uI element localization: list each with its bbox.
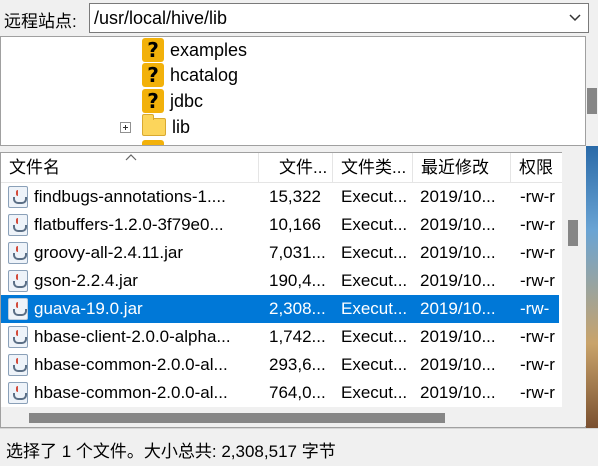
file-permissions: -rw-r (520, 355, 555, 374)
file-permissions: -rw-r (520, 243, 555, 262)
file-modified: 2019/10... (420, 355, 496, 374)
table-row[interactable]: findbugs-annotations-1.... 15,322 Execut… (1, 183, 559, 211)
file-permissions: -rw-r (520, 327, 555, 346)
chevron-down-icon[interactable] (568, 11, 582, 25)
file-modified: 2019/10... (420, 299, 496, 318)
file-name: hbase-common-2.0.0-al... (34, 355, 228, 374)
java-file-icon (8, 298, 28, 320)
table-row[interactable]: flatbuffers-1.2.0-3f79e0... 10,166 Execu… (1, 211, 559, 239)
file-size: 190,4... (269, 271, 326, 290)
file-size: 7,031... (269, 243, 326, 262)
remote-site-bar: 远程站点: /usr/local/hive/lib (0, 0, 598, 36)
file-permissions: -rw- (520, 299, 550, 318)
java-file-icon (8, 186, 28, 208)
remote-directory-tree[interactable]: ? examples ? hcatalog ? jdbc lib (0, 36, 586, 146)
table-row[interactable]: gson-2.2.4.jar 190,4... Execut... 2019/1… (1, 267, 559, 295)
question-icon: ? (142, 38, 164, 62)
file-size: 293,6... (269, 355, 326, 374)
file-permissions: -rw-r (520, 187, 555, 206)
java-file-icon (8, 326, 28, 348)
tree-item-examples[interactable]: ? examples (142, 37, 247, 63)
file-size: 764,0... (269, 383, 326, 402)
file-type: Execut... (341, 215, 408, 234)
table-row[interactable]: groovy-all-2.4.11.jar 7,031... Execut...… (1, 239, 559, 267)
file-type: Execut... (341, 243, 408, 262)
column-header-filename[interactable]: 文件名 (1, 153, 259, 183)
column-header-filetype[interactable]: 文件类... (333, 153, 413, 183)
horizontal-scrollbar-thumb[interactable] (29, 413, 445, 423)
file-type: Execut... (341, 383, 408, 402)
file-modified: 2019/10... (420, 383, 496, 402)
java-file-icon (8, 242, 28, 264)
file-name: gson-2.2.4.jar (34, 271, 138, 290)
tree-scrollbar-track[interactable] (586, 36, 598, 146)
file-type: Execut... (341, 271, 408, 290)
tree-item-lib[interactable]: lib (142, 114, 191, 140)
list-scrollbar-track[interactable] (562, 152, 586, 426)
file-name: flatbuffers-1.2.0-3f79e0... (34, 215, 224, 234)
java-file-icon (8, 214, 28, 236)
file-size: 2,308... (269, 299, 326, 318)
column-header-modified[interactable]: 最近修改 (413, 153, 511, 183)
file-name: findbugs-annotations-1.... (34, 187, 226, 206)
remote-path-combobox[interactable]: /usr/local/hive/lib (89, 3, 589, 33)
status-bar: 选择了 1 个文件。大小总共: 2,308,517 字节 (0, 428, 598, 466)
file-type: Execut... (341, 355, 408, 374)
file-permissions: -rw-r (520, 271, 555, 290)
tree-item-label: jdbc (170, 90, 204, 111)
tree-item-label: examples (170, 39, 248, 60)
file-modified: 2019/10... (420, 271, 496, 290)
tree-scrollbar-thumb[interactable] (587, 88, 597, 114)
file-modified: 2019/10... (420, 243, 496, 262)
table-row[interactable]: hbase-common-2.0.0-al... 293,6... Execut… (1, 351, 559, 379)
file-type: Execut... (341, 187, 408, 206)
java-file-icon (8, 270, 28, 292)
file-modified: 2019/10... (420, 327, 496, 346)
file-name: guava-19.0.jar (34, 299, 143, 318)
remote-site-label: 远程站点: (4, 12, 77, 31)
tree-item-hcatalog[interactable]: ? hcatalog (142, 62, 238, 88)
file-name: hbase-common-2.0.0-al... (34, 383, 228, 402)
file-type: Execut... (341, 299, 408, 318)
file-modified: 2019/10... (420, 187, 496, 206)
selection-summary: 选择了 1 个文件。大小总共: 2,308,517 字节 (6, 442, 336, 461)
file-size: 10,166 (269, 215, 321, 234)
expand-icon[interactable] (120, 122, 131, 133)
column-header-row: 文件名 文件... 文件类... 最近修改 权限 (1, 153, 585, 183)
horizontal-scrollbar[interactable] (1, 407, 585, 427)
table-row-selected[interactable]: guava-19.0.jar 2,308... Execut... 2019/1… (1, 295, 559, 323)
question-icon: ? (142, 89, 164, 113)
java-file-icon (8, 354, 28, 376)
tree-item-label: hcatalog (170, 64, 239, 85)
file-permissions: -rw-r (520, 383, 555, 402)
file-size: 15,322 (269, 187, 321, 206)
file-modified: 2019/10... (420, 215, 496, 234)
list-scrollbar-thumb[interactable] (568, 220, 578, 246)
table-row[interactable]: hbase-common-2.0.0-al... 764,0... Execut… (1, 379, 559, 407)
tree-item-jdbc[interactable]: ? jdbc (142, 88, 203, 114)
question-icon: ? (142, 63, 164, 87)
column-header-filesize[interactable]: 文件... (271, 153, 333, 183)
file-name: hbase-client-2.0.0-alpha... (34, 327, 231, 346)
desktop-background-strip (586, 146, 598, 428)
remote-file-list[interactable]: 文件名 文件... 文件类... 最近修改 权限 findbugs-annota… (0, 152, 586, 428)
remote-path-input[interactable]: /usr/local/hive/lib (94, 8, 227, 29)
file-name: groovy-all-2.4.11.jar (34, 243, 183, 262)
table-row[interactable]: hbase-client-2.0.0-alpha... 1,742... Exe… (1, 323, 559, 351)
folder-icon (142, 114, 166, 136)
file-permissions: -rw-r (520, 215, 555, 234)
file-size: 1,742... (269, 327, 326, 346)
file-type: Execut... (341, 327, 408, 346)
java-file-icon (8, 382, 28, 404)
tree-item-next[interactable] (142, 139, 164, 145)
tree-item-label: lib (172, 116, 191, 138)
